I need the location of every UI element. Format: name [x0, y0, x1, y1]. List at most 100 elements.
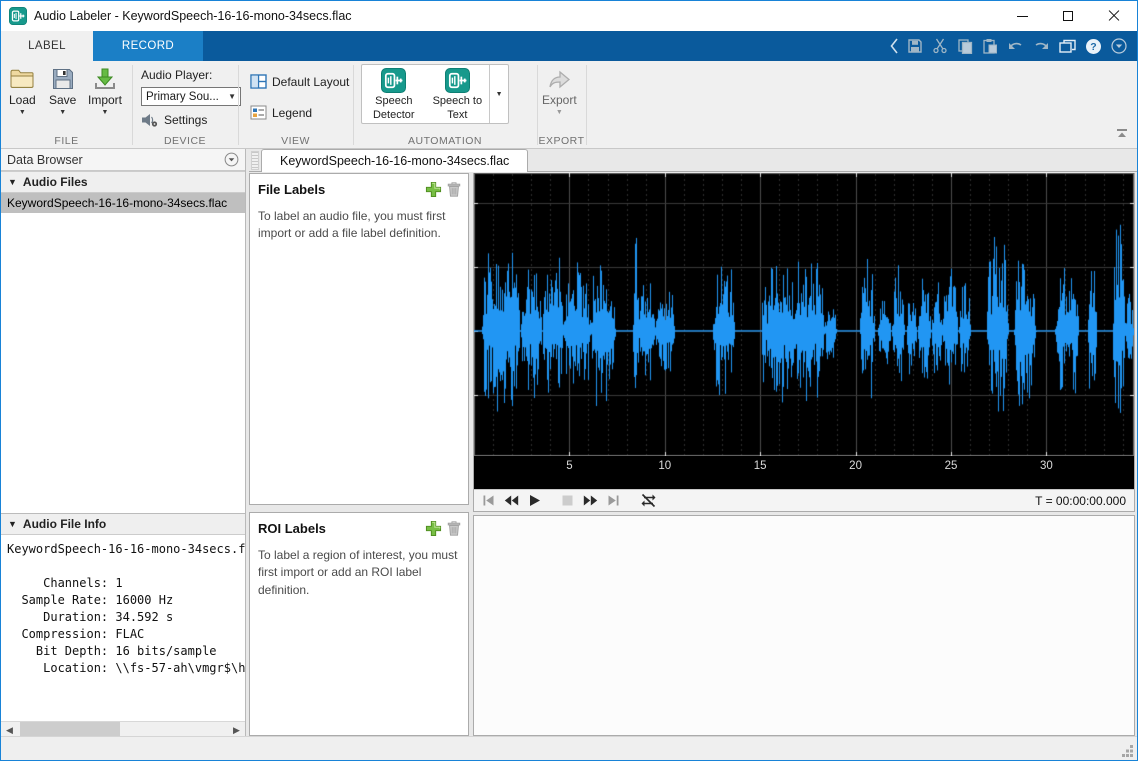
- floppy-save-icon: [51, 67, 75, 91]
- waveform-panel: 5 10 15 20 25 30 T = 00:00:00.000: [473, 173, 1135, 512]
- audio-file-list-item-selected[interactable]: KeywordSpeech-16-16-mono-34secs.flac: [1, 193, 245, 213]
- window-layout-icon[interactable]: [1059, 39, 1076, 54]
- paste-icon[interactable]: [982, 38, 998, 54]
- gallery-dropdown-button[interactable]: ▼: [489, 65, 508, 123]
- chevron-left-icon: [890, 38, 898, 54]
- export-icon: [546, 67, 572, 91]
- automation-gallery: Speech Detector Speech to Text ▼: [361, 64, 509, 124]
- speech-detector-button[interactable]: Speech Detector: [362, 65, 426, 123]
- document-tab-row: KeywordSpeech-16-16-mono-34secs.flac: [249, 149, 1137, 172]
- ribbon-section-automation: Speech Detector Speech to Text ▼ AUTOMAT…: [353, 61, 537, 148]
- speaker-settings-icon: [141, 112, 159, 128]
- quick-access-toolbar: ?: [890, 31, 1137, 61]
- minimize-ribbon-button[interactable]: [1115, 128, 1129, 142]
- maximize-icon: [1063, 11, 1073, 21]
- audio-player-label: Audio Player:: [141, 68, 212, 82]
- time-axis-tick-label: 20: [841, 460, 871, 472]
- load-button[interactable]: Load ▼: [9, 67, 36, 116]
- ribbon-section-file: Load ▼ Save ▼ Import ▼ FILE: [1, 61, 132, 148]
- speech-to-text-button[interactable]: Speech to Text: [426, 65, 490, 123]
- settings-button[interactable]: Settings: [141, 112, 207, 128]
- legend-icon: [250, 105, 267, 120]
- document-tab-active[interactable]: KeywordSpeech-16-16-mono-34secs.flac: [261, 149, 528, 172]
- load-dropdown-arrow: ▼: [19, 109, 26, 116]
- tab-label[interactable]: LABEL: [1, 31, 93, 61]
- qat-dropdown-icon[interactable]: [1111, 38, 1127, 54]
- tab-drag-handle[interactable]: [251, 151, 259, 170]
- file-labels-panel: File Labels To label an audio file, you …: [249, 173, 469, 505]
- title-bar: Audio Labeler - KeywordSpeech-16-16-mono…: [1, 1, 1137, 31]
- close-icon: [1108, 10, 1120, 22]
- time-axis-tick-label: 15: [745, 460, 775, 472]
- close-button[interactable]: [1091, 1, 1137, 31]
- maximize-button[interactable]: [1045, 1, 1091, 31]
- time-axis-tick-label: 30: [1031, 460, 1061, 472]
- save-icon[interactable]: [907, 38, 923, 54]
- data-browser-panel: Data Browser ▼ Audio Files KeywordSpeech…: [1, 149, 246, 738]
- time-axis-tick-label: 25: [936, 460, 966, 472]
- import-button[interactable]: Import ▼: [88, 67, 122, 116]
- copy-icon[interactable]: [957, 38, 973, 54]
- folder-open-icon: [9, 67, 35, 91]
- playback-toolbar: T = 00:00:00.000: [474, 489, 1134, 511]
- help-icon[interactable]: ?: [1085, 38, 1102, 55]
- combo-arrow-icon: ▼: [228, 92, 236, 101]
- add-roi-label-icon[interactable]: [425, 520, 442, 537]
- add-file-label-icon[interactable]: [425, 181, 442, 198]
- stop-button[interactable]: [561, 494, 574, 507]
- legend-button[interactable]: Legend: [250, 105, 312, 120]
- audio-player-dropdown[interactable]: Primary Sou... ▼: [141, 87, 241, 106]
- roi-labels-panel: ROI Labels To label a region of interest…: [249, 512, 469, 736]
- ribbon-toolstrip: Load ▼ Save ▼ Import ▼ FILE Audio Player…: [1, 61, 1137, 149]
- resize-grip-icon[interactable]: [1121, 744, 1134, 757]
- minimize-button[interactable]: [999, 1, 1045, 31]
- time-axis-tick-label: 5: [554, 460, 584, 472]
- main-area: Data Browser ▼ Audio Files KeywordSpeech…: [1, 149, 1137, 738]
- ribbon-section-export: Export ▼ EXPORT: [537, 61, 586, 148]
- go-to-start-button[interactable]: [482, 494, 495, 507]
- roi-display-area[interactable]: [473, 515, 1135, 736]
- time-axis-labels: 5 10 15 20 25 30: [474, 460, 1134, 486]
- ribbon-divider: [586, 65, 587, 145]
- panel-options-icon[interactable]: [224, 152, 239, 167]
- ribbon-tab-band: LABEL RECORD ?: [1, 31, 1137, 61]
- rewind-button[interactable]: [504, 494, 519, 507]
- waveform-canvas[interactable]: [474, 173, 1134, 456]
- audio-file-info-section-header[interactable]: ▼ Audio File Info: [1, 513, 245, 535]
- window-title: Audio Labeler - KeywordSpeech-16-16-mono…: [34, 9, 352, 23]
- go-to-end-button[interactable]: [607, 494, 620, 507]
- app-icon: [9, 7, 27, 25]
- data-browser-header: Data Browser: [1, 149, 245, 171]
- collapse-ribbon-icon: [1115, 128, 1129, 139]
- file-labels-message: To label an audio file, you must first i…: [250, 202, 468, 249]
- undo-icon[interactable]: [1007, 38, 1024, 54]
- fast-forward-button[interactable]: [583, 494, 598, 507]
- redo-icon[interactable]: [1033, 38, 1050, 54]
- delete-file-label-icon[interactable]: [446, 181, 462, 198]
- document-area: KeywordSpeech-16-16-mono-34secs.flac Fil…: [249, 149, 1137, 738]
- time-axis-tick-label: 10: [650, 460, 680, 472]
- roi-labels-message: To label a region of interest, you must …: [250, 541, 468, 605]
- roi-labels-title: ROI Labels: [258, 521, 421, 536]
- cut-icon[interactable]: [932, 38, 948, 54]
- collapse-triangle-icon: ▼: [8, 519, 17, 529]
- ribbon-section-device: Audio Player: Primary Sou... ▼ Settings …: [132, 61, 238, 148]
- status-bar: [1, 736, 1137, 760]
- audio-file-list[interactable]: [1, 213, 245, 513]
- export-dropdown-arrow: ▼: [556, 109, 563, 116]
- save-button[interactable]: Save ▼: [49, 67, 76, 116]
- audio-files-section-header[interactable]: ▼ Audio Files: [1, 171, 245, 193]
- import-dropdown-arrow: ▼: [102, 109, 109, 116]
- play-button[interactable]: [528, 494, 541, 507]
- loop-off-button[interactable]: [640, 493, 657, 508]
- export-button[interactable]: Export ▼: [542, 67, 577, 116]
- tab-record[interactable]: RECORD: [93, 31, 203, 61]
- file-labels-title: File Labels: [258, 182, 421, 197]
- audio-file-info-text: KeywordSpeech-16-16-mono-34secs.flac Cha…: [7, 541, 245, 677]
- waveform-plot[interactable]: 5 10 15 20 25 30: [474, 173, 1134, 489]
- time-display: T = 00:00:00.000: [1035, 494, 1126, 508]
- delete-roi-label-icon[interactable]: [446, 520, 462, 537]
- minimize-icon: [1017, 16, 1028, 17]
- svg-text:?: ?: [1090, 41, 1096, 53]
- default-layout-button[interactable]: Default Layout: [250, 74, 349, 89]
